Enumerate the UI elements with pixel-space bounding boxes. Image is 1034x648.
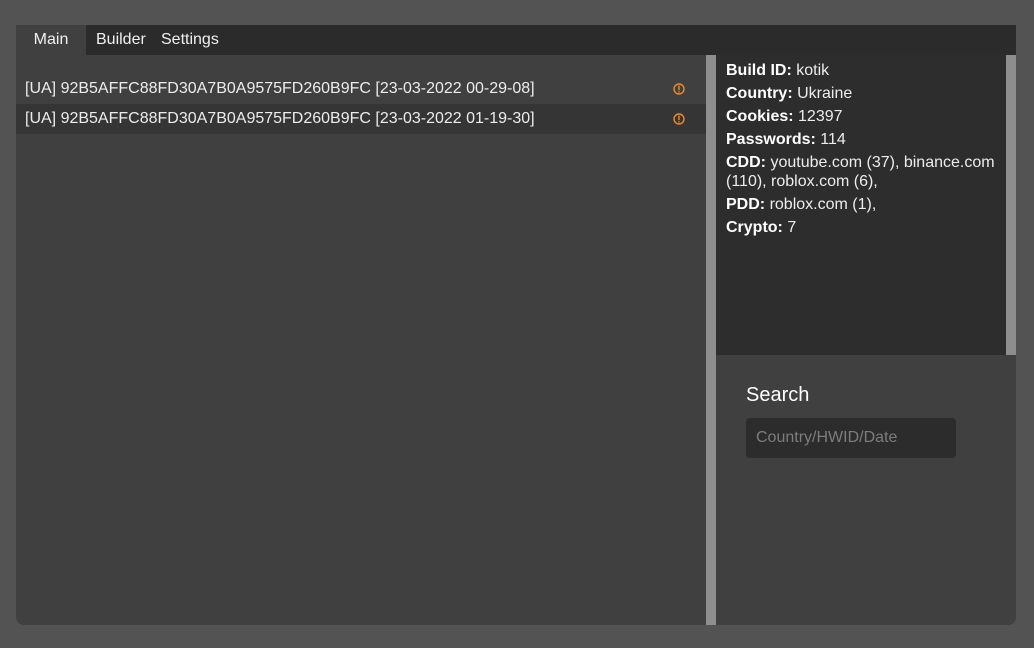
detail-country: Country: Ukraine — [726, 82, 1004, 105]
detail-cdd: CDD: youtube.com (37), binance.com (110)… — [726, 153, 1004, 191]
detail-label: PDD: — [726, 196, 766, 213]
detail-build-id: Build ID: kotik — [726, 59, 1004, 82]
search-label: Search — [746, 384, 810, 406]
detail-value: youtube.com (37), binance.com (110), rob… — [726, 154, 995, 190]
details-panel: Build ID: kotik Country: Ukraine Cookies… — [716, 55, 1016, 355]
detail-value: roblox.com (1), — [769, 196, 877, 213]
detail-label: CDD: — [726, 154, 766, 171]
tab-bar: Main Builder Settings — [16, 25, 1016, 55]
search-panel: Search — [716, 355, 1016, 625]
detail-label: Cookies: — [726, 108, 794, 125]
search-input[interactable] — [746, 418, 956, 458]
detail-value: 7 — [787, 219, 797, 236]
details-content: Build ID: kotik Country: Ukraine Cookies… — [726, 59, 1004, 239]
detail-passwords: Passwords: 114 — [726, 128, 1004, 151]
panel-splitter[interactable] — [706, 55, 716, 625]
detail-label: Country: — [726, 85, 793, 102]
detail-label: Crypto: — [726, 219, 783, 236]
details-scrollbar[interactable] — [1006, 55, 1016, 355]
detail-value: Ukraine — [797, 85, 853, 102]
tab-settings[interactable]: Settings — [161, 25, 219, 55]
list-item[interactable]: [UA] 92B5AFFC88FD30A7B0A9575FD260B9FC [2… — [16, 104, 706, 134]
detail-label: Passwords: — [726, 131, 816, 148]
detail-pdd: PDD: roblox.com (1), — [726, 193, 1004, 216]
detail-value: 114 — [820, 131, 846, 148]
info-warning-icon[interactable] — [673, 113, 685, 125]
log-entry-text: [UA] 92B5AFFC88FD30A7B0A9575FD260B9FC [2… — [25, 80, 535, 97]
log-entry-text: [UA] 92B5AFFC88FD30A7B0A9575FD260B9FC [2… — [25, 110, 535, 127]
detail-value: kotik — [796, 62, 830, 79]
list-item[interactable]: [UA] 92B5AFFC88FD30A7B0A9575FD260B9FC [2… — [16, 74, 706, 104]
detail-label: Build ID: — [726, 62, 792, 79]
detail-cookies: Cookies: 12397 — [726, 105, 1004, 128]
info-warning-icon[interactable] — [673, 83, 685, 95]
detail-crypto: Crypto: 7 — [726, 216, 1004, 239]
tab-builder[interactable]: Builder — [96, 25, 146, 55]
log-list: [UA] 92B5AFFC88FD30A7B0A9575FD260B9FC [2… — [16, 55, 706, 625]
tab-main[interactable]: Main — [16, 25, 86, 55]
detail-value: 12397 — [798, 108, 843, 125]
app-window: Main Builder Settings [UA] 92B5AFFC88FD3… — [16, 25, 1016, 625]
